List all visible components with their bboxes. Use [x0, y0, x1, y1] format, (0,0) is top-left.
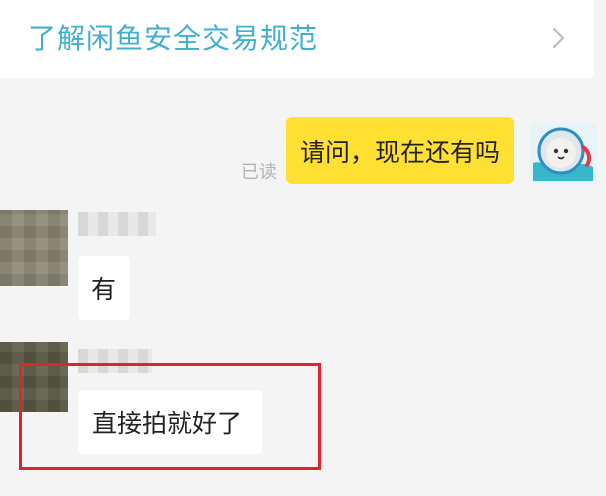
sender-name-blurred: [78, 349, 152, 373]
chevron-right-icon: [552, 27, 565, 49]
avatar[interactable]: [529, 123, 597, 185]
message-bubble-received[interactable]: 有: [78, 256, 130, 320]
message-bubble-sent[interactable]: 请问，现在还有吗: [286, 117, 514, 184]
banner-title: 了解闲鱼安全交易规范: [28, 22, 319, 55]
message-text: 请问，现在还有吗: [300, 137, 501, 167]
sender-name-blurred: [78, 212, 156, 236]
message-text: 直接拍就好了: [92, 409, 243, 438]
message-text: 有: [91, 275, 117, 304]
safety-rules-banner[interactable]: 了解闲鱼安全交易规范: [0, 0, 594, 78]
avatar[interactable]: [0, 342, 68, 412]
avatar[interactable]: [0, 210, 68, 286]
read-status: 已读: [241, 162, 277, 183]
message-bubble-received[interactable]: 直接拍就好了: [78, 390, 262, 454]
